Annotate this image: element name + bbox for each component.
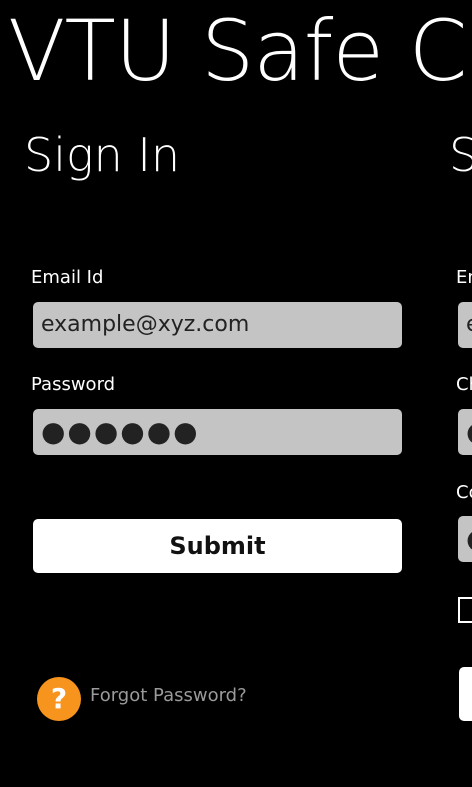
password-input[interactable]: ●●●●●●	[33, 409, 402, 455]
app-screen: VTU Safe Cam Sign In Email Id example@xy…	[0, 0, 472, 787]
email-input-value: example@xyz.com	[41, 312, 250, 337]
email-input[interactable]: example@xyz.com	[33, 302, 402, 348]
password-label: Password	[31, 374, 116, 395]
signup-choose-password-label: Ch	[456, 374, 472, 395]
signup-choose-password-value: ●	[466, 415, 472, 448]
signup-email-label: En	[456, 267, 472, 288]
submit-button[interactable]: Submit	[33, 519, 402, 573]
forgot-password-link[interactable]: Forgot Password?	[90, 685, 247, 707]
signup-email-input[interactable]: e	[458, 302, 472, 348]
signup-title: S	[449, 128, 472, 182]
signup-register-button[interactable]	[459, 667, 472, 721]
password-input-value: ●●●●●●	[41, 415, 200, 448]
signup-choose-password-input[interactable]: ●	[458, 409, 472, 455]
email-label: Email Id	[31, 267, 104, 288]
signup-checkbox[interactable]	[458, 597, 472, 623]
signup-confirm-password-value: ●	[466, 522, 472, 555]
app-title: VTU Safe Cam	[8, 2, 472, 100]
signup-email-input-value: e	[466, 312, 472, 337]
signup-confirm-password-input[interactable]: ●	[458, 516, 472, 562]
signup-confirm-password-label: Co	[456, 482, 472, 503]
help-icon[interactable]: ?	[37, 677, 81, 721]
signin-title: Sign In	[24, 128, 181, 182]
